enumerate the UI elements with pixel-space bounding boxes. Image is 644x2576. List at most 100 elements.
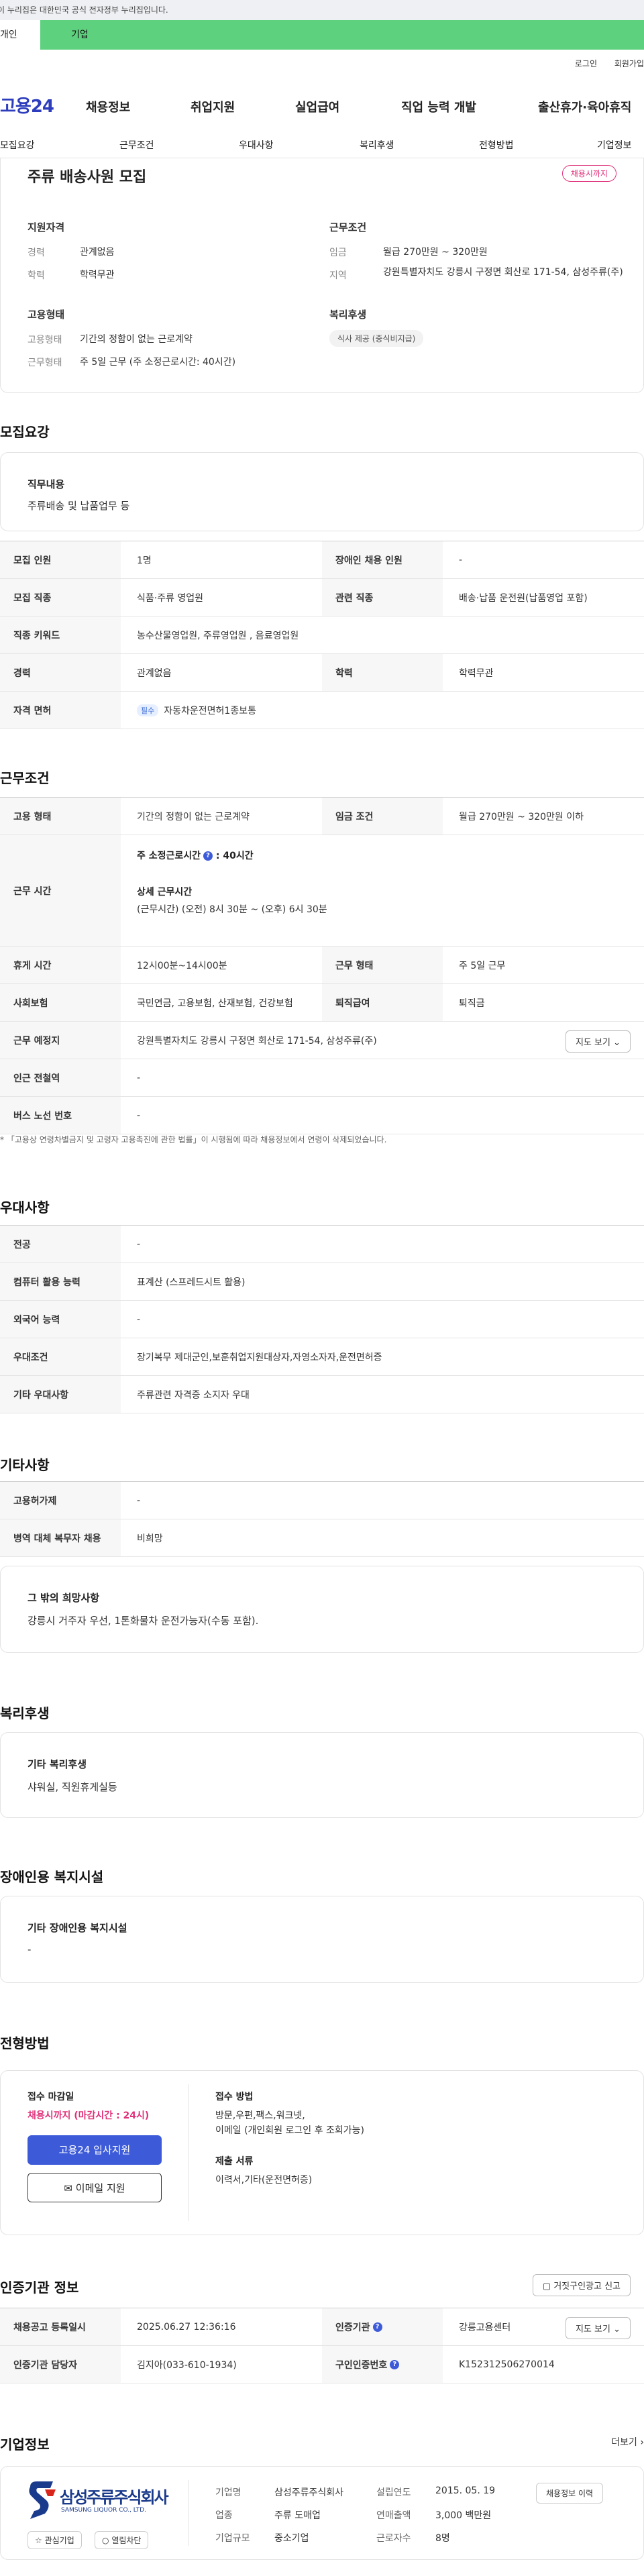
qualification-label: 지원자격 xyxy=(28,221,65,233)
method-value-1: 방문,우편,팩스,워크넷, xyxy=(215,2110,305,2121)
work-type-value: 주 5일 근무 (주 소정근로시간: 40시간) xyxy=(80,357,236,368)
table-row: 컴퓨터 활용 능력 표계산 (스프레드시트 활용) xyxy=(0,1263,644,1301)
table-row: 인증기관 담당자 김지아(033-610-1934) 구인인증번호? K1523… xyxy=(0,2346,644,2383)
docs-value: 이력서,기타(운전면허증) xyxy=(215,2175,313,2186)
row-header: 모집 직종 xyxy=(0,579,121,616)
wish-text: 강릉시 거주자 우선, 1톤화물차 운전가능자(수동 포함). xyxy=(28,1615,259,1627)
row-value: 장기복무 제대군인,보훈취업지원대상자,자영소자자,운전면허증 xyxy=(137,1352,382,1363)
career-key: 경력 xyxy=(28,248,45,258)
education-value: 학력무관 xyxy=(80,270,115,280)
gnb-item-parental-leave[interactable]: 출산휴가·육아휴직 xyxy=(538,98,631,115)
wish-box: 그 밖의 희망사항 강릉시 거주자 우선, 1톤화물차 운전가능자(수동 포함)… xyxy=(0,1566,644,1653)
row-header: 기타 우대사항 xyxy=(0,1376,121,1413)
method-label: 접수 방법 xyxy=(215,2092,254,2102)
table-row: 전공 - xyxy=(0,1226,644,1263)
help-icon[interactable]: ? xyxy=(390,2359,400,2369)
required-chip: 필수 xyxy=(137,704,159,716)
table-row: 모집 직종 식품·주류 영업원 관련 직종 배송·납품 운전원(납품영업 포함) xyxy=(0,579,644,616)
weekly-hours-value: : 40시간 xyxy=(215,851,254,861)
interest-company-button[interactable]: ☆ 관심기업 xyxy=(28,2531,82,2549)
signup-link[interactable]: 회원가입 xyxy=(614,59,644,68)
chevron-down-icon: ⌄ xyxy=(613,1038,621,1048)
cert-number-label: 구인인증번호 xyxy=(335,2359,388,2371)
company-more-link[interactable]: 더보기 › xyxy=(611,2435,644,2449)
section-nav-welfare[interactable]: 복리후생 xyxy=(360,138,394,152)
company-name-key: 기업명 xyxy=(215,2487,241,2498)
job-summary-card: 주류 배송사원 모집 채용시까지 지원자격 경력 관계없음 학력 학력무관 근무… xyxy=(0,158,644,393)
cert-map-label: 지도 보기 xyxy=(575,2324,610,2334)
table-row: 병역 대체 복무자 채용 비희망 xyxy=(0,1519,644,1557)
hiring-history-button[interactable]: 채용정보 이력 xyxy=(536,2483,604,2504)
star-icon: ☆ xyxy=(35,2536,42,2545)
duty-text: 주류배송 및 납품업무 등 xyxy=(28,500,130,512)
row-header: 휴게 시간 xyxy=(0,947,121,983)
industry-key: 업종 xyxy=(215,2510,233,2521)
work-type-key: 근무형태 xyxy=(28,358,62,368)
industry-value: 주류 도매업 xyxy=(274,2510,321,2521)
section-nav-process[interactable]: 전형방법 xyxy=(479,138,514,152)
table-row: 휴게 시간 12시00분~14시00분 근무 형태 주 5일 근무 xyxy=(0,947,644,984)
row-header: 관련 직종 xyxy=(322,579,443,616)
row-value: 월급 270만원 ~ 320만원 이하 xyxy=(459,811,584,822)
pref-table: 전공 - 컴퓨터 활용 능력 표계산 (스프레드시트 활용) 외국어 능력 - 우대조… xyxy=(0,1225,644,1413)
row-value: 국민연금, 고용보험, 산재보험, 건강보험 xyxy=(137,998,293,1009)
wage-key: 임금 xyxy=(329,248,347,258)
row-value: 12시00분~14시00분 xyxy=(137,960,227,971)
cert-agency-label: 인증기관 xyxy=(335,2322,370,2333)
row-value: - xyxy=(137,1238,141,1250)
table-row: 모집 인원 1명 장애인 채용 인원 - xyxy=(0,541,644,579)
site-logo[interactable]: 고용24 xyxy=(0,93,54,117)
tab-company[interactable]: 기업 xyxy=(40,20,644,50)
disability-section-title: 장애인용 복지시설 xyxy=(0,1869,104,1885)
email-apply-label: 이메일 지원 xyxy=(75,2182,125,2194)
table-row: 자격 면허 필수 자동차운전면허1종보통 xyxy=(0,692,644,729)
cert-map-button[interactable]: 지도 보기 ⌄ xyxy=(565,2317,631,2339)
disability-box-title: 기타 장애인용 복지시설 xyxy=(28,1922,127,1934)
duty-box: 직무내용 주류배송 및 납품업무 등 xyxy=(0,452,644,531)
disability-box-text: - xyxy=(28,1943,32,1955)
company-card: 삼성주류주식회사 SAMSUNG LIQUOR CO., LTD. ☆ 관심기업… xyxy=(0,2466,644,2560)
employment-label: 고용형태 xyxy=(28,309,65,321)
row-value: 주류관련 자격증 소지자 우대 xyxy=(137,1389,250,1401)
section-nav-preference[interactable]: 우대사항 xyxy=(239,138,274,152)
company-more-label: 더보기 xyxy=(611,2437,637,2448)
row-header: 외국어 능력 xyxy=(0,1301,121,1338)
login-link[interactable]: 로그인 xyxy=(575,59,597,68)
row-header: 구인인증번호? xyxy=(322,2346,443,2383)
apply-button[interactable]: 고용24 입사지원 xyxy=(28,2135,162,2165)
tab-person[interactable]: 개인 xyxy=(0,20,40,50)
row-header: 퇴직급여 xyxy=(322,984,443,1021)
table-row: 인근 전철역 - xyxy=(0,1059,644,1097)
false-ad-report-button[interactable]: ▢ 거짓구인광고 신고 xyxy=(532,2274,631,2296)
gnb-item-vocational-training[interactable]: 직업 능력 개발 xyxy=(401,98,476,115)
table-row: 경력 관계없음 학력 학력무관 xyxy=(0,654,644,692)
gnb-item-unemployment-benefit[interactable]: 실업급여 xyxy=(295,98,339,115)
welfare-section-title: 복리후생 xyxy=(0,1705,50,1721)
table-row: 기타 우대사항 주류관련 자격증 소지자 우대 xyxy=(0,1376,644,1413)
sales-key: 연매출액 xyxy=(376,2510,411,2521)
section-nav-conditions[interactable]: 근무조건 xyxy=(119,138,154,152)
row-header: 인근 전철역 xyxy=(0,1059,121,1096)
row-value: 강릉고용센터 xyxy=(459,2322,511,2333)
map-view-label: 지도 보기 xyxy=(575,1038,610,1048)
map-view-button[interactable]: 지도 보기 ⌄ xyxy=(565,1030,631,1053)
alarm-block-button[interactable]: ○ 열림차단 xyxy=(95,2531,149,2549)
section-nav-recruit[interactable]: 모집요강 xyxy=(0,138,35,152)
row-value: 김지아(033-610-1934) xyxy=(137,2359,237,2371)
table-row: 사회보험 국민연금, 고용보험, 산재보험, 건강보험 퇴직급여 퇴직금 xyxy=(0,984,644,1022)
utility-menu: 로그인 회원가입 xyxy=(560,58,644,69)
education-key: 학력 xyxy=(28,270,45,281)
row-value: K152312506270014 xyxy=(459,2359,555,2370)
gnb-item-employment-support[interactable]: 취업지원 xyxy=(191,98,235,115)
help-icon[interactable]: ? xyxy=(203,851,213,861)
welfare-label: 복리후생 xyxy=(329,309,367,321)
row-header: 자격 면허 xyxy=(0,692,121,729)
row-header: 직종 키워드 xyxy=(0,616,121,653)
gnb-item-jobs[interactable]: 채용정보 xyxy=(86,98,130,115)
help-icon[interactable]: ? xyxy=(372,2322,382,2332)
row-value: 표계산 (스프레드시트 활용) xyxy=(137,1277,246,1288)
email-apply-button[interactable]: ✉ 이메일 지원 xyxy=(28,2173,162,2202)
section-nav-company[interactable]: 기업정보 xyxy=(597,138,632,152)
weekly-hours-label: 주 소정근로시간 xyxy=(137,851,201,861)
circle-icon: ○ xyxy=(102,2536,109,2545)
